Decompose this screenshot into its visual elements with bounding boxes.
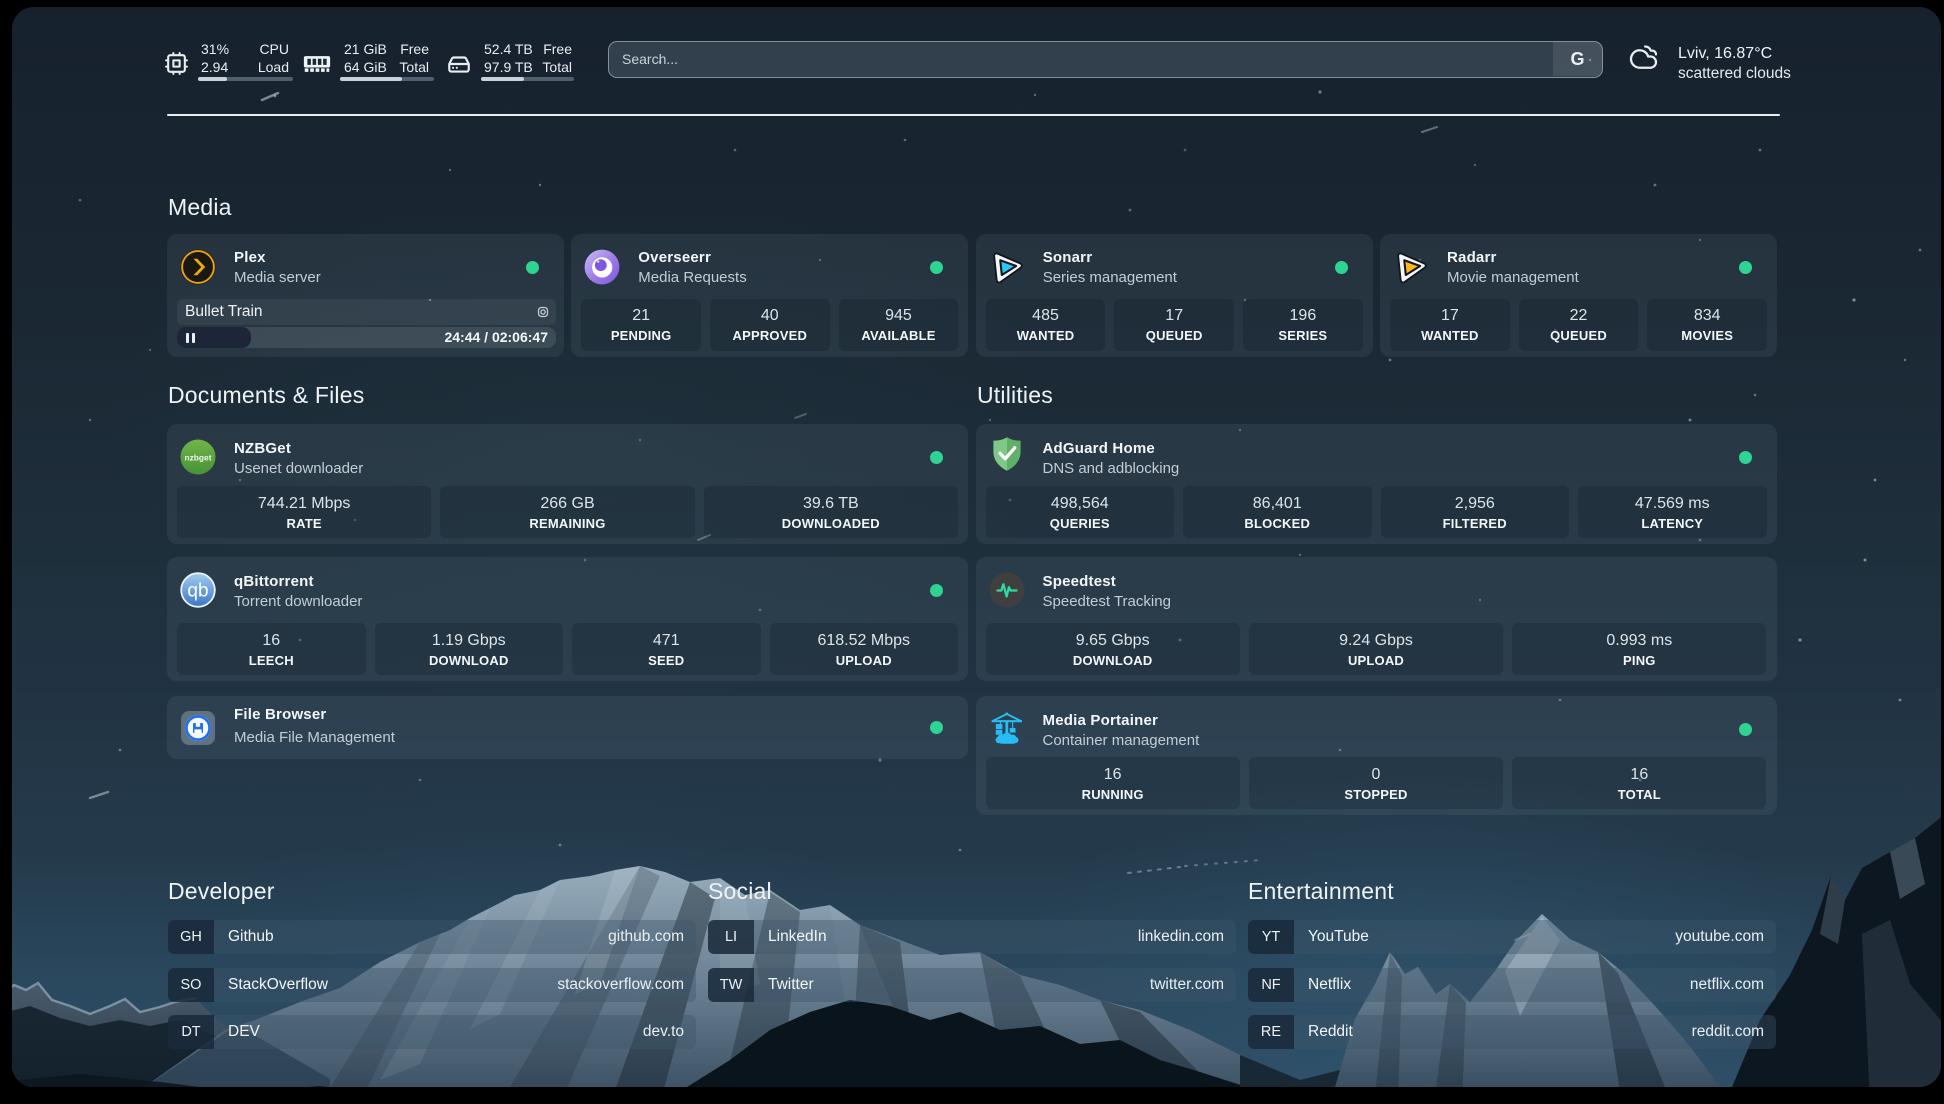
svg-text:nzbget: nzbget [185, 452, 212, 462]
svg-text:qb: qb [187, 581, 208, 602]
